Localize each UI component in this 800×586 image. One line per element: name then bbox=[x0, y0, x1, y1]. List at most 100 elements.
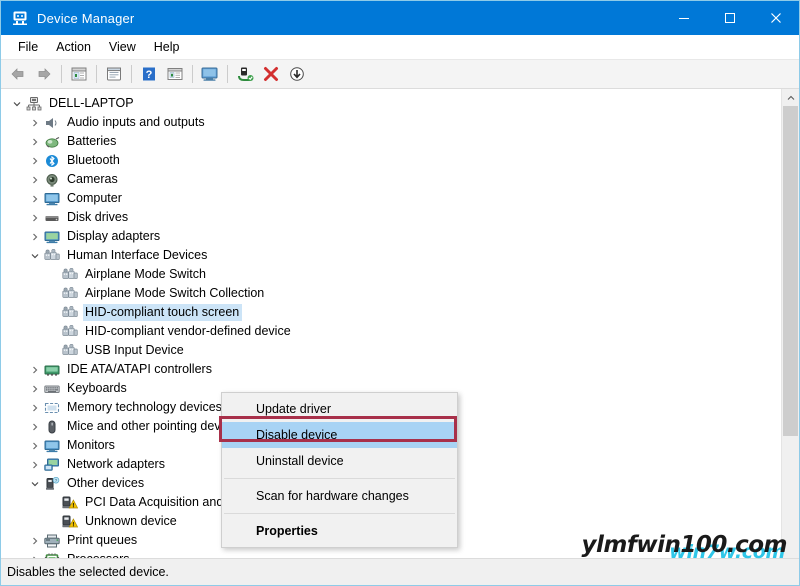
title-bar: Device Manager bbox=[1, 1, 799, 35]
monitor-icon bbox=[43, 438, 61, 454]
tree-item[interactable]: Disk drives bbox=[1, 208, 781, 227]
forward-icon[interactable] bbox=[32, 62, 56, 86]
properties-icon[interactable] bbox=[102, 62, 126, 86]
context-menu-item[interactable]: Uninstall device bbox=[222, 448, 457, 474]
maximize-icon[interactable] bbox=[707, 1, 753, 35]
chevron-right-icon[interactable] bbox=[27, 455, 43, 474]
scrollbar-track[interactable] bbox=[782, 106, 799, 558]
camera-icon bbox=[43, 172, 61, 188]
back-icon[interactable] bbox=[6, 62, 30, 86]
toolbar-separator bbox=[227, 65, 228, 83]
tree-item-label: Memory technology devices bbox=[67, 400, 222, 414]
tree-item-label: HID-compliant touch screen bbox=[83, 304, 243, 321]
toolbar: ? bbox=[1, 60, 799, 89]
menu-item-view[interactable]: View bbox=[100, 37, 145, 57]
update-driver-icon[interactable] bbox=[163, 62, 187, 86]
tree-item[interactable]: HID-compliant vendor-defined device bbox=[1, 322, 781, 341]
tree-item[interactable]: IDE ATA/ATAPI controllers bbox=[1, 360, 781, 379]
scroll-up-arrow-icon[interactable] bbox=[782, 89, 799, 106]
tree-item-label: Bluetooth bbox=[67, 153, 120, 167]
minimize-icon[interactable] bbox=[661, 1, 707, 35]
context-menu[interactable]: Update driver Disable device Uninstall dev… bbox=[221, 392, 458, 548]
chevron-right-icon[interactable] bbox=[27, 151, 43, 170]
chevron-down-icon[interactable] bbox=[9, 94, 25, 113]
chevron-right-icon[interactable] bbox=[27, 436, 43, 455]
show-hide-console-tree-icon[interactable] bbox=[67, 62, 91, 86]
disable-device-icon[interactable] bbox=[285, 62, 309, 86]
tree-item-label: Batteries bbox=[67, 134, 117, 148]
chevron-right-icon[interactable] bbox=[27, 170, 43, 189]
tree-item-label: Other devices bbox=[67, 476, 145, 490]
scan-hardware-changes-icon[interactable] bbox=[198, 62, 222, 86]
chevron-right-icon[interactable] bbox=[27, 208, 43, 227]
context-menu-item[interactable]: Properties bbox=[222, 518, 457, 544]
context-menu-item[interactable]: Disable device bbox=[222, 422, 457, 448]
vertical-scrollbar[interactable] bbox=[781, 89, 799, 558]
tree-item-label: Print queues bbox=[67, 533, 138, 547]
tree-item[interactable]: Audio inputs and outputs bbox=[1, 113, 781, 132]
tree-root-row[interactable]: DELL-LAPTOP bbox=[1, 94, 781, 113]
tree-item[interactable]: Cameras bbox=[1, 170, 781, 189]
toolbar-separator bbox=[131, 65, 132, 83]
chevron-right-icon[interactable] bbox=[27, 227, 43, 246]
tree-item[interactable]: USB Input Device bbox=[1, 341, 781, 360]
computer-node-icon bbox=[25, 96, 43, 112]
chevron-right-icon[interactable] bbox=[27, 132, 43, 151]
tree-item[interactable]: Airplane Mode Switch Collection bbox=[1, 284, 781, 303]
tree-item[interactable]: Display adapters bbox=[1, 227, 781, 246]
close-icon[interactable] bbox=[753, 1, 799, 35]
tree-item-label: Display adapters bbox=[67, 229, 161, 243]
toolbar-separator bbox=[192, 65, 193, 83]
menu-item-file[interactable]: File bbox=[9, 37, 47, 57]
tree-item-label: Network adapters bbox=[67, 457, 165, 471]
ide-controller-icon bbox=[43, 362, 61, 378]
tree-item[interactable]: Batteries bbox=[1, 132, 781, 151]
tree-item-label: Computer bbox=[67, 191, 122, 205]
chevron-right-icon[interactable] bbox=[27, 531, 43, 550]
chevron-right-icon[interactable] bbox=[27, 379, 43, 398]
context-menu-item[interactable]: Scan for hardware changes bbox=[222, 483, 457, 509]
chevron-right-icon[interactable] bbox=[27, 398, 43, 417]
processor-icon bbox=[43, 552, 61, 558]
menu-item-help[interactable]: Help bbox=[145, 37, 189, 57]
tree-item[interactable]: Bluetooth bbox=[1, 151, 781, 170]
keyboard-icon bbox=[43, 381, 61, 397]
tree-item-label: HID-compliant vendor-defined device bbox=[85, 324, 291, 338]
tree-item[interactable]: HID-compliant touch screen bbox=[1, 303, 781, 322]
scrollbar-thumb[interactable] bbox=[783, 106, 798, 436]
chevron-down-icon[interactable] bbox=[27, 474, 43, 493]
device-manager-icon bbox=[11, 9, 29, 27]
chevron-right-icon[interactable] bbox=[27, 113, 43, 132]
enable-device-icon[interactable] bbox=[233, 62, 257, 86]
tree-item-label: Audio inputs and outputs bbox=[67, 115, 205, 129]
help-icon[interactable]: ? bbox=[137, 62, 161, 86]
network-adapter-icon bbox=[43, 457, 61, 473]
toolbar-separator bbox=[61, 65, 62, 83]
chevron-right-icon[interactable] bbox=[27, 550, 43, 558]
unknown-device-warning-icon bbox=[61, 495, 79, 511]
chevron-down-icon[interactable] bbox=[27, 246, 43, 265]
tree-item[interactable]: Human Interface Devices bbox=[1, 246, 781, 265]
tree-item[interactable]: Processors bbox=[1, 550, 781, 558]
tree-item-label: IDE ATA/ATAPI controllers bbox=[67, 362, 212, 376]
tree-item[interactable]: Computer bbox=[1, 189, 781, 208]
chevron-right-icon[interactable] bbox=[27, 189, 43, 208]
display-adapter-icon bbox=[43, 229, 61, 245]
bluetooth-icon bbox=[43, 153, 61, 169]
tree-item-label: Keyboards bbox=[67, 381, 127, 395]
chevron-right-icon[interactable] bbox=[27, 360, 43, 379]
tree-item[interactable]: Airplane Mode Switch bbox=[1, 265, 781, 284]
speaker-icon bbox=[43, 115, 61, 131]
context-menu-item[interactable]: Update driver bbox=[222, 396, 457, 422]
tree-item-label: USB Input Device bbox=[85, 343, 184, 357]
menu-item-action[interactable]: Action bbox=[47, 37, 100, 57]
tree-item-label: Airplane Mode Switch Collection bbox=[85, 286, 265, 300]
chevron-right-icon[interactable] bbox=[27, 417, 43, 436]
printer-icon bbox=[43, 533, 61, 549]
uninstall-device-icon[interactable] bbox=[259, 62, 283, 86]
context-menu-separator bbox=[224, 513, 455, 514]
tree-item-label: Processors bbox=[65, 551, 133, 558]
status-bar: Disables the selected device. bbox=[1, 558, 799, 585]
